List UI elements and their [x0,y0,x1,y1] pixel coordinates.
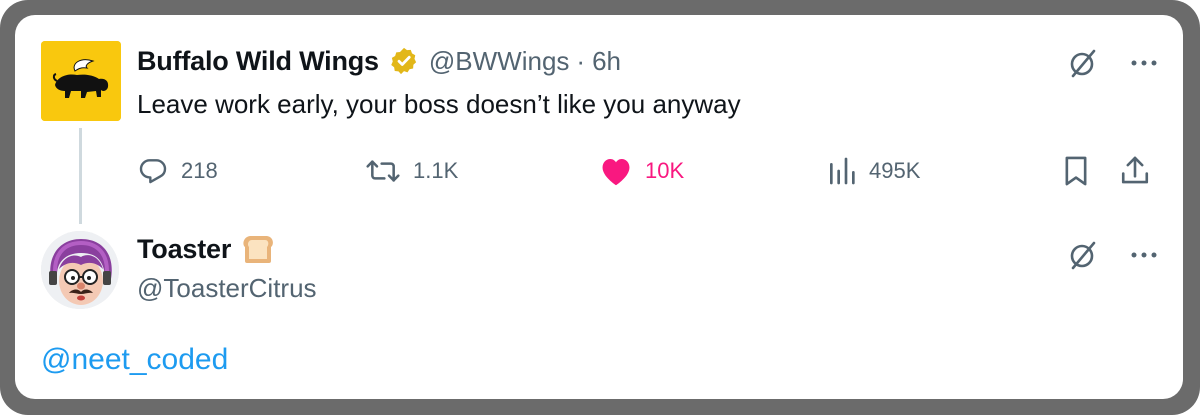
bookmark-button[interactable] [1061,151,1091,191]
author-name[interactable]: Buffalo Wild Wings [137,46,379,77]
like-count: 10K [645,158,685,183]
retweet-count: 1.1K [413,158,459,183]
views-count: 495K [869,158,921,183]
tweet-body: Leave work early, your boss doesn’t like… [137,89,741,119]
buffalo-logo-icon [41,41,121,121]
retweet-icon [365,155,401,187]
grok-slash-icon[interactable] [1065,237,1101,278]
tweet-top-actions [1065,45,1159,86]
mention-link[interactable]: @neet_coded [41,343,228,377]
heart-icon [599,155,633,187]
toaster-avatar[interactable] [41,231,119,309]
share-button[interactable] [1119,151,1151,191]
bread-emoji-icon [241,233,275,265]
reply-count: 218 [181,158,218,183]
reply-top-actions [1065,237,1159,278]
bookmark-icon [1061,154,1091,188]
thread-connector [79,128,82,224]
verified-badge-icon[interactable] [389,46,419,76]
like-button[interactable]: 10K [599,151,684,191]
share-icon [1119,154,1151,188]
reply-icon [137,155,169,187]
reply-button[interactable]: 218 [137,151,218,191]
separator-dot: · [576,45,586,76]
tweet-card: Buffalo Wild Wings @BWWings · 6h Leave w [15,15,1183,399]
character-avatar-icon [41,231,119,309]
reply-handle[interactable]: @ToasterCitrus [137,273,317,304]
more-dots-icon[interactable] [1129,48,1159,83]
tweet-actions: 218 1.1K 10K 495K [137,151,1167,191]
grok-slash-icon[interactable] [1065,45,1101,86]
reply-author: Toaster [137,233,275,265]
tweet-timestamp[interactable]: 6h [592,46,621,77]
more-dots-icon[interactable] [1129,240,1159,275]
retweet-button[interactable]: 1.1K [365,151,458,191]
views-button[interactable]: 495K [827,151,920,191]
bww-avatar[interactable] [41,41,121,121]
reply-author-name[interactable]: Toaster [137,234,231,265]
tweet-header: Buffalo Wild Wings @BWWings · 6h [137,43,621,79]
views-bars-icon [827,155,857,187]
author-handle[interactable]: @BWWings [429,46,570,77]
